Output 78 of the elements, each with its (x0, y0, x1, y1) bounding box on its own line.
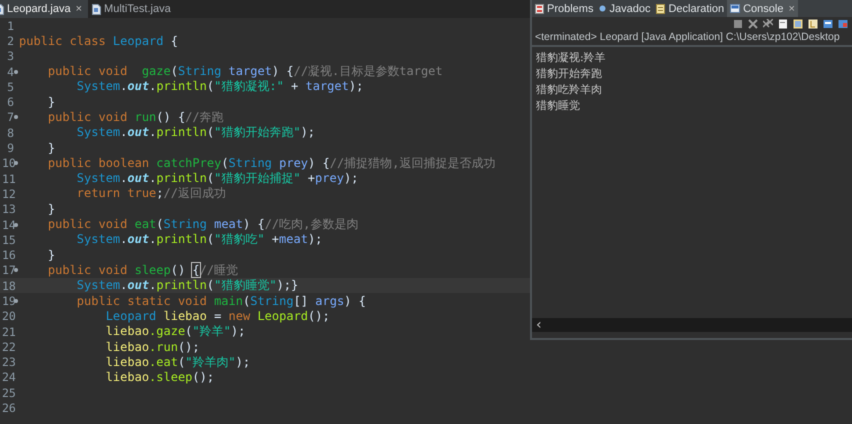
close-icon[interactable]: × (76, 3, 82, 15)
line-number: 15 (2, 232, 14, 247)
editor-tab[interactable]: Leopard.java × (0, 0, 88, 18)
console-icon (730, 4, 740, 13)
code-line: System.out.println("猎豹开始奔跑"); (76, 124, 316, 142)
fold-icon[interactable] (14, 70, 18, 74)
line-number: 25 (2, 386, 14, 400)
console-status: <terminated> Leopard [Java Application] C:\Users\zp102\Desktop (532, 30, 852, 47)
line-number: 7 (6, 110, 14, 124)
code-line: return true;//返回成功 (76, 185, 226, 202)
view-tab[interactable]: Javadoc (596, 0, 654, 17)
console-output-line: 猎豹吃羚羊肉 (536, 82, 603, 98)
code-line: } (46, 248, 56, 262)
fold-icon[interactable] (14, 298, 18, 303)
declaration-icon (656, 4, 666, 14)
fold-icon[interactable] (14, 115, 18, 120)
line-number: 13 (2, 202, 14, 216)
fold-icon[interactable] (14, 268, 18, 272)
problems-icon (535, 4, 544, 14)
code-line: System.out.println("猎豹凝视:" + target); (76, 78, 364, 96)
code-line: liebao.sleep(); (104, 370, 214, 384)
java-file-icon (92, 4, 102, 14)
document-icon[interactable] (778, 18, 788, 28)
line-number: 12 (2, 186, 14, 201)
line-number: 4 (6, 64, 14, 79)
close-icon[interactable]: × (788, 2, 795, 14)
line-number: 22 (2, 340, 14, 354)
javadoc-icon (599, 5, 606, 12)
view-tab[interactable]: Console × (727, 0, 798, 17)
code-line: public void sleep() {//睡觉 (46, 262, 238, 279)
horizontal-scrollbar[interactable]: ‹ (532, 318, 852, 332)
line-number: 2 (6, 34, 14, 48)
line-number: 23 (2, 355, 14, 370)
line-number: 10 (2, 156, 14, 170)
line-number: 19 (2, 294, 14, 308)
line-number: 17 (2, 263, 14, 278)
line-number: 14 (2, 218, 14, 232)
scroll-left-button[interactable]: ‹ (536, 318, 542, 332)
line-number: 5 (6, 80, 14, 94)
editor-tab[interactable]: MultiTest.java (88, 0, 177, 18)
line-number: 21 (2, 324, 14, 339)
line-number: 9 (6, 141, 14, 156)
console-output-line: 猎豹睡觉 (536, 98, 581, 114)
view-tab[interactable]: Declaration (653, 0, 728, 17)
code-line: public void run() {//奔跑 (46, 108, 224, 126)
code-line: public static void main(String[] args) { (76, 294, 366, 308)
code-line: public void gaze(String target) {//凝视.目标是参数target (46, 63, 443, 80)
line-number: 18 (2, 278, 14, 293)
code-line: liebao.gaze("羚羊"); (104, 323, 246, 340)
code-line: liebao.eat("羚羊肉"); (104, 354, 250, 371)
code-line: public boolean catchPrey(String prey) {//捕捉猎物,返回捕捉是否成功 (46, 154, 496, 172)
view-tab[interactable]: Problems (532, 0, 596, 17)
code-line: System.out.println("猎豹睡觉");} (76, 277, 298, 294)
code-line: liebao.run(); (104, 340, 200, 354)
code-line: } (46, 95, 56, 110)
console-output-line: 猎豹开始奔跑 (536, 66, 603, 82)
line-number: 8 (6, 126, 14, 140)
line-number: 1 (6, 18, 14, 33)
line-number: 11 (2, 172, 14, 186)
stop-icon[interactable] (733, 18, 743, 28)
code-line: } (46, 202, 56, 216)
line-number: 26 (2, 401, 14, 416)
code-line: public void eat(String meat) {//吃肉,参数是肉 (46, 216, 358, 233)
line-number: 16 (2, 248, 14, 262)
remove-all-icon[interactable] (763, 18, 773, 28)
line-number: 20 (2, 309, 14, 324)
line-number: 6 (6, 95, 14, 110)
code-line: System.out.println("猎豹开始捕捉" +prey); (76, 170, 358, 187)
console-output-line: 猎豹凝视:羚羊 (536, 50, 607, 66)
fold-icon[interactable] (14, 222, 18, 226)
remove-icon[interactable] (748, 18, 758, 28)
code-line: public class Leopard { (19, 34, 178, 48)
line-number: 3 (6, 49, 14, 64)
line-number: 24 (2, 370, 14, 384)
code-line: System.out.println("猎豹吃" +meat); (76, 231, 322, 248)
code-line: Leopard liebao = new Leopard(); (104, 309, 330, 324)
fold-icon[interactable] (14, 161, 18, 166)
code-line: } (46, 141, 56, 156)
